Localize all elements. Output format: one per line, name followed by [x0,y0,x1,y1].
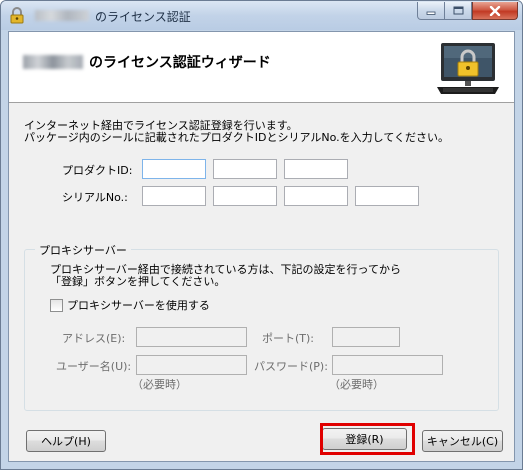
proxy-desc-line-2: 「登録」ボタンを押してください。 [50,275,226,288]
password-field[interactable] [332,355,443,375]
wizard-header: のライセンス認証ウィザード [9,32,514,103]
product-id-label: プロダクトID: [62,164,133,177]
padlock-icon [10,7,24,24]
register-button-highlight [320,423,415,455]
username-optional-note: （必要時） [132,378,187,391]
wizard-title: のライセンス認証ウィザード [89,55,271,71]
minimize-icon [426,11,436,15]
wizard-body: のライセンス認証ウィザード インターネット経由でライセンス認証登録を行います。 … [8,31,515,462]
use-proxy-label[interactable]: プロキシサーバーを使用する [67,297,210,313]
username-label: ユーザー名(U): [56,360,132,373]
address-field[interactable] [136,327,247,347]
instruction-line-2: パッケージ内のシールに記載されたプロダクトIDとシリアルNo.を入力してください… [24,131,449,144]
port-field[interactable] [332,327,400,347]
maximize-icon [453,6,463,15]
license-window: のライセンス認証 のライセンス認証ウィザード インターネット経由でライセンス認証… [0,0,523,470]
use-proxy-checkbox-row[interactable]: プロキシサーバーを使用する [50,297,210,313]
port-label: ポート(T): [262,332,315,345]
instructions: インターネット経由でライセンス認証登録を行います。 パッケージ内のシールに記載さ… [24,120,449,144]
serial-no-label: シリアルNo.: [62,191,128,204]
serial-no-field-4[interactable] [355,186,419,206]
address-label: アドレス(E): [62,332,126,345]
password-label: パスワード(P): [254,360,328,373]
proxy-group-title: プロキシサーバー [35,242,131,258]
maximize-button[interactable] [445,2,472,20]
product-id-field-2[interactable] [213,159,277,179]
serial-no-field-1[interactable] [142,186,206,206]
cancel-button[interactable]: キャンセル(C) [422,430,503,452]
header-app-name-redacted [23,55,83,69]
serial-no-field-2[interactable] [213,186,277,206]
title-bar[interactable]: のライセンス認証 [1,1,522,30]
serial-no-field-3[interactable] [284,186,348,206]
product-id-field-1[interactable] [142,159,206,179]
proxy-description: プロキシサーバー経由で接続されている方は、下記の設定を行ってから 「登録」ボタン… [50,264,401,288]
app-name-redacted [35,10,89,21]
password-optional-note: （必要時） [329,378,384,391]
username-field[interactable] [136,355,247,375]
window-title: のライセンス認証 [95,10,191,24]
use-proxy-checkbox[interactable] [50,298,63,312]
close-icon [489,5,501,16]
monitor-padlock-icon [437,43,499,94]
minimize-button[interactable] [417,2,445,20]
close-button[interactable] [472,2,518,20]
product-id-field-3[interactable] [284,159,348,179]
help-button[interactable]: ヘルプ(H) [26,430,106,452]
